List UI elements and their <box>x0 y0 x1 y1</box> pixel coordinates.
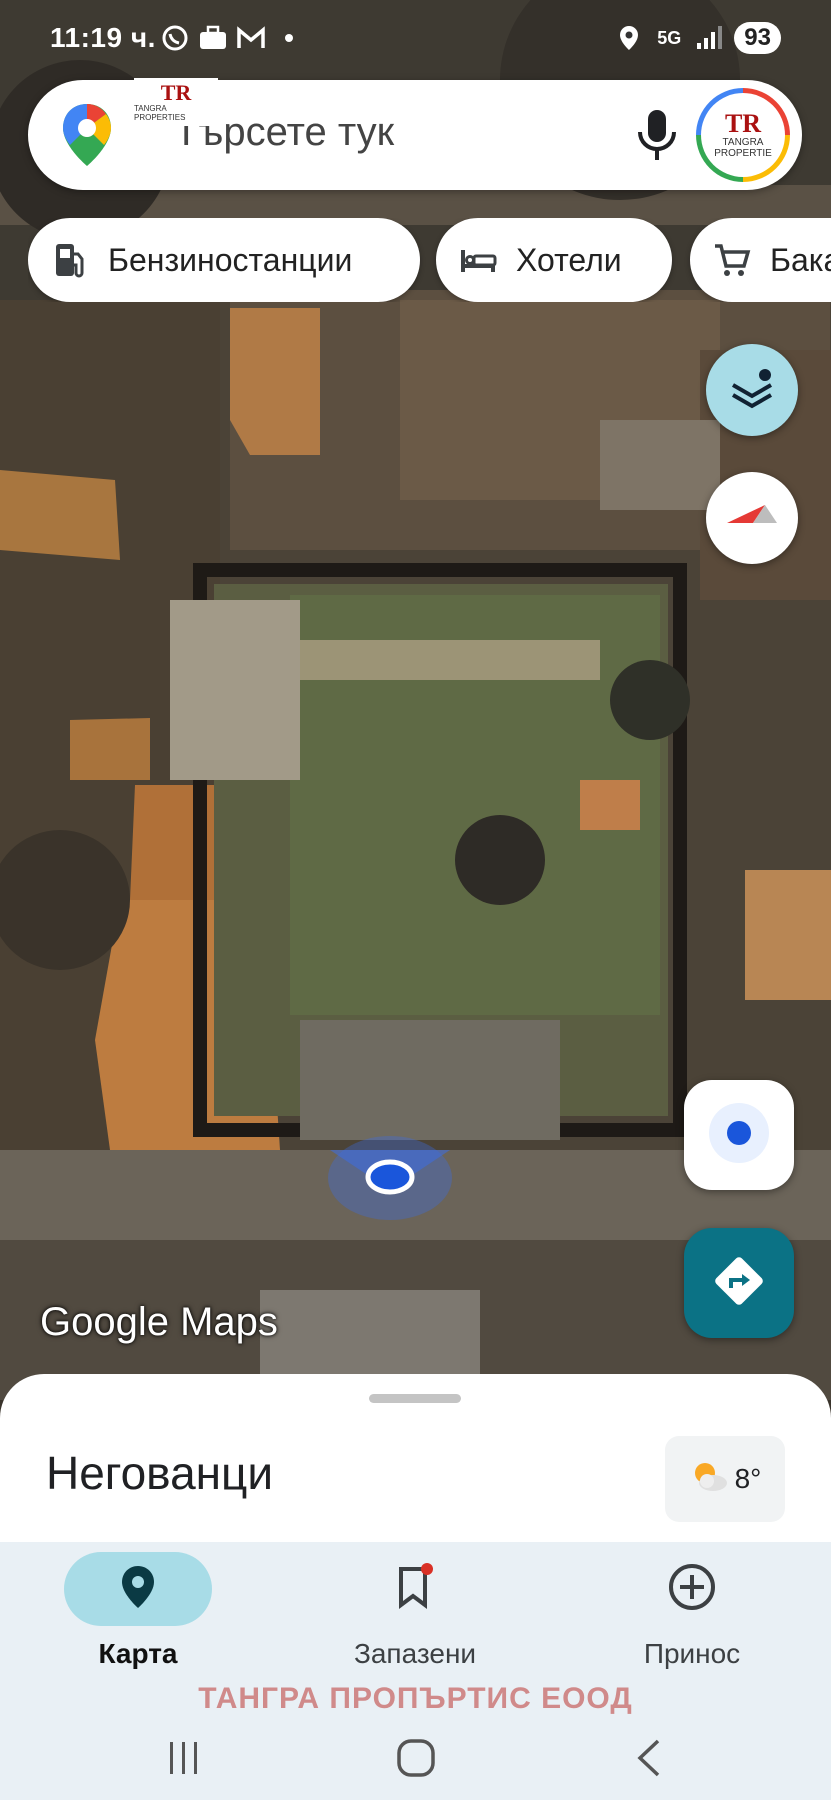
my-location-dot <box>365 1159 415 1195</box>
nav-pill <box>341 1552 489 1626</box>
recent-apps-icon <box>170 1742 197 1774</box>
dot-icon <box>274 24 304 52</box>
chip-label: Хотели <box>516 241 622 278</box>
briefcase-icon <box>198 24 228 52</box>
nav-label: Запазени <box>353 1638 477 1669</box>
watermark-logo-text: TR <box>160 80 192 105</box>
category-chips: Бензиностанции Хотели Бака <box>28 218 831 302</box>
sheet-drag-handle[interactable] <box>369 1394 461 1403</box>
notification-icons <box>160 24 304 52</box>
back-button[interactable] <box>620 1728 680 1788</box>
nav-pill <box>618 1552 766 1626</box>
my-location-icon <box>706 1100 772 1170</box>
chip-label: Бензиностанции <box>108 241 353 278</box>
home-button[interactable] <box>386 1728 446 1788</box>
recent-apps-button[interactable] <box>154 1728 214 1788</box>
compass-button[interactable] <box>706 472 798 564</box>
google-maps-attribution: Google Maps <box>40 1300 278 1344</box>
weather-temperature: 8° <box>734 1463 762 1494</box>
network-5g-icon: 5G <box>657 27 682 48</box>
home-icon <box>397 1739 435 1777</box>
directions-icon <box>712 1254 766 1312</box>
nav-tab-map[interactable]: Карта <box>28 1542 248 1670</box>
satellite-map[interactable] <box>0 0 831 1400</box>
layers-button[interactable] <box>706 344 798 436</box>
map-pin-icon <box>120 1564 156 1614</box>
system-status-icons: 5G 93 <box>614 22 781 54</box>
layers-icon <box>727 363 777 417</box>
watermark-logo: TR TANGRA PROPERTIES <box>134 78 218 126</box>
satellite-imagery <box>0 0 831 1400</box>
add-circle-icon <box>667 1562 717 1616</box>
gas-station-icon <box>50 240 90 280</box>
compass-icon <box>725 501 779 535</box>
viber-icon <box>160 24 190 52</box>
avatar-company-line2: PROPERTIE <box>714 148 772 159</box>
status-bar: 11:19 ч. 5G 93 <box>0 0 831 80</box>
nav-label: Принос <box>643 1638 741 1669</box>
watermark-company-text: ТАНГРА ПРОПЪРТИС ЕООД <box>198 1682 633 1715</box>
chip-hotels[interactable]: Хотели <box>436 218 672 302</box>
google-maps-pin-icon <box>60 102 114 168</box>
chip-gas-stations[interactable]: Бензиностанции <box>28 218 420 302</box>
status-time: 11:19 ч. <box>50 22 156 53</box>
watermark-company: TANGRA PROPERTIES <box>134 104 186 122</box>
partly-cloudy-icon <box>689 1459 729 1500</box>
battery-indicator: 93 <box>734 22 781 54</box>
back-icon <box>637 1739 660 1777</box>
avatar-company-line1: TANGRA <box>722 137 764 148</box>
location-icon <box>614 24 644 52</box>
microphone-icon[interactable] <box>633 108 681 162</box>
system-navigation-bar <box>0 1720 831 1800</box>
nav-active-pill <box>64 1552 212 1626</box>
bed-icon <box>458 240 498 280</box>
place-name: Негованци <box>46 1447 274 1499</box>
nav-label: Карта <box>98 1638 178 1669</box>
signal-icon <box>694 24 724 52</box>
nav-tab-saved[interactable]: Запазени <box>305 1542 525 1670</box>
directions-button[interactable] <box>684 1228 794 1338</box>
weather-chip[interactable]: 8° <box>665 1436 785 1522</box>
bookmark-icon <box>395 1563 435 1615</box>
chip-groceries[interactable]: Бака <box>690 218 831 302</box>
chip-label: Бака <box>770 241 831 278</box>
cart-icon <box>712 240 752 280</box>
my-location-button[interactable] <box>684 1080 794 1190</box>
avatar-logo-text: TR <box>724 109 762 138</box>
nav-tab-contribute[interactable]: Принос <box>582 1542 802 1670</box>
account-avatar[interactable]: TR TANGRA PROPERTIE <box>696 88 790 182</box>
gmail-icon <box>236 24 266 52</box>
place-bottom-sheet[interactable]: Негованци 8° <box>0 1374 831 1544</box>
